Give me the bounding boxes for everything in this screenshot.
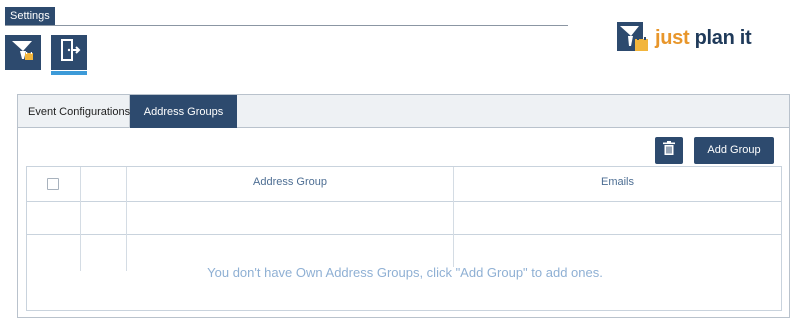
trash-icon bbox=[663, 141, 675, 160]
logo-text: just plan it bbox=[655, 26, 752, 50]
column-header-emails[interactable]: Emails bbox=[454, 167, 781, 201]
address-groups-table: Address Group Emails You don't have Own … bbox=[26, 166, 782, 311]
tab-address-groups[interactable]: Address Groups bbox=[130, 95, 237, 128]
active-tool-indicator bbox=[51, 71, 87, 75]
header-row-divider bbox=[27, 201, 781, 202]
row-divider bbox=[27, 234, 781, 235]
brand-logo: just plan it bbox=[617, 22, 752, 54]
address-groups-panel: Event Configurations Address Groups Add … bbox=[17, 94, 790, 318]
select-all-checkbox[interactable] bbox=[47, 178, 59, 190]
header-divider bbox=[5, 25, 568, 26]
logo-word-plan-it: plan it bbox=[694, 26, 752, 49]
exit-button[interactable] bbox=[51, 35, 87, 70]
tab-bar: Event Configurations Address Groups bbox=[18, 95, 789, 128]
settings-tab[interactable]: Settings bbox=[5, 7, 55, 25]
column-header-address-group[interactable]: Address Group bbox=[127, 167, 453, 201]
filter-calendar-button[interactable] bbox=[5, 35, 41, 70]
logo-mark-icon bbox=[617, 22, 648, 51]
delete-button[interactable] bbox=[655, 137, 683, 164]
logo-word-just: just bbox=[655, 26, 695, 49]
column-divider bbox=[80, 167, 81, 271]
exit-door-icon bbox=[57, 37, 81, 68]
tab-event-configurations[interactable]: Event Configurations bbox=[18, 95, 130, 128]
empty-state-message: You don't have Own Address Groups, click… bbox=[207, 265, 603, 280]
filter-calendar-icon bbox=[10, 37, 36, 68]
add-group-button[interactable]: Add Group bbox=[694, 137, 774, 164]
